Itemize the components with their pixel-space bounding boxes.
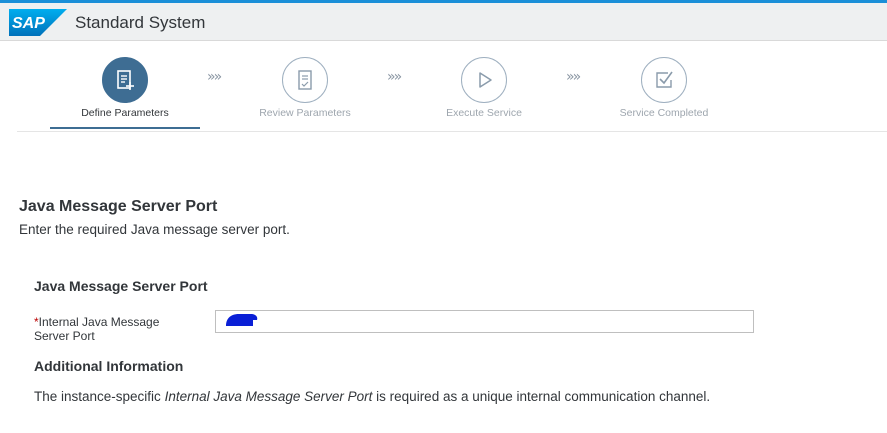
wizard-step-define-parameters[interactable]: Define Parameters [50, 42, 200, 132]
wizard-step-service-completed[interactable]: Service Completed [589, 42, 739, 132]
step-separator-icon: »» [387, 69, 402, 85]
form-title: Java Message Server Port [34, 278, 208, 294]
play-icon [479, 72, 492, 88]
sap-logo[interactable]: SAP [9, 9, 67, 36]
step-circle[interactable] [102, 57, 148, 103]
section-title: Java Message Server Port [19, 198, 218, 215]
additional-information-title: Additional Information [34, 358, 184, 374]
step-separator-icon: »» [207, 69, 222, 85]
step-label: Review Parameters [259, 107, 351, 119]
document-review-icon [298, 70, 312, 90]
info-text-start: The instance-specific [34, 389, 165, 404]
step-circle[interactable] [461, 57, 507, 103]
info-text-emphasis: Internal Java Message Server Port [164, 389, 373, 404]
sap-logo-text: SAP [12, 15, 45, 32]
step-label: Define Parameters [81, 107, 169, 119]
internal-java-message-server-port-label: *Internal Java Message Server Port [34, 315, 194, 343]
step-label: Service Completed [619, 107, 709, 119]
app-title: Standard System [75, 13, 206, 32]
redaction-mark [226, 314, 258, 326]
wizard-step-execute-service[interactable]: Execute Service [409, 42, 559, 132]
step-label: Execute Service [446, 107, 522, 119]
additional-information-text: The instance-specific Internal Java Mess… [34, 389, 710, 404]
internal-java-message-server-port-input[interactable] [215, 310, 754, 333]
field-label-text: Internal Java Message Server Port [34, 315, 160, 343]
step-circle[interactable] [282, 57, 328, 103]
shell-bar: SAP Standard System [0, 3, 887, 41]
wizard-step-review-parameters[interactable]: Review Parameters [230, 42, 380, 132]
wizard-progress: Define Parameters »» Review Parameters »… [17, 42, 887, 132]
step-separator-icon: »» [566, 69, 581, 85]
active-step-indicator [50, 127, 200, 129]
checkbox-check-icon [656, 71, 673, 88]
step-circle[interactable] [641, 57, 687, 103]
section-description: Enter the required Java message server p… [19, 222, 290, 237]
document-edit-icon [117, 70, 134, 90]
info-text-end: is required as a unique internal communi… [372, 389, 711, 404]
